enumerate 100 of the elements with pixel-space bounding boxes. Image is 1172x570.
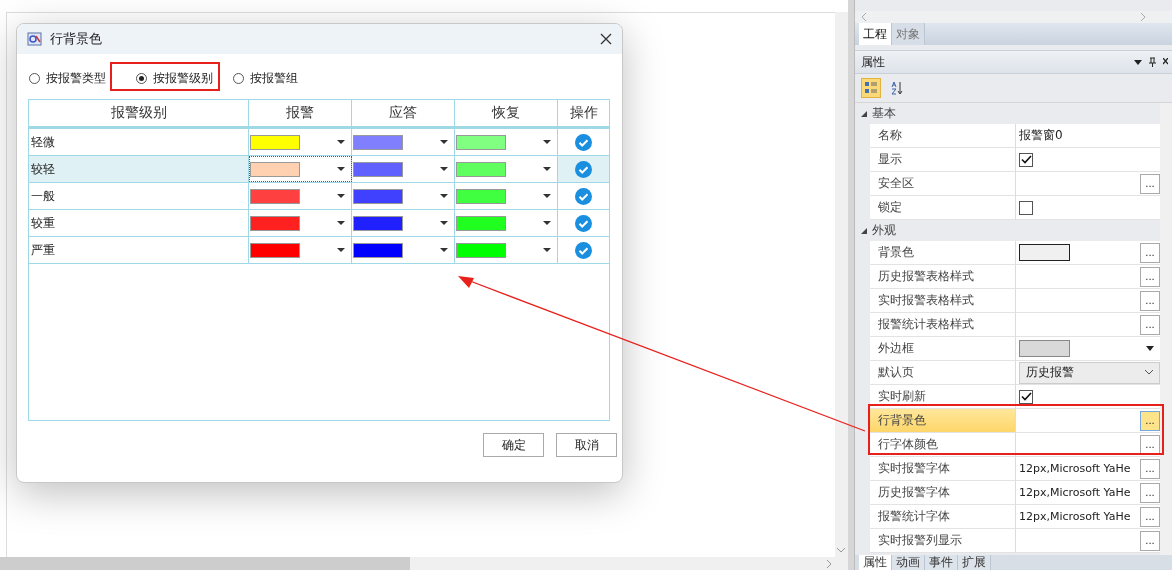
column-header: 报警 (249, 100, 352, 126)
ellipsis-button[interactable]: ... (1140, 266, 1160, 287)
color-picker[interactable] (249, 129, 352, 155)
radio-option[interactable]: 按报警类型 (29, 70, 106, 87)
caret-icon (440, 194, 448, 198)
chevron-right-icon[interactable] (827, 559, 832, 568)
property-name[interactable]: 行字体颜色 (870, 433, 1016, 457)
group-title: 基本 (872, 105, 896, 122)
dialog-button[interactable]: 取消 (556, 433, 617, 457)
color-picker[interactable] (249, 210, 352, 236)
dialog-button[interactable]: 确定 (483, 433, 544, 457)
color-picker[interactable] (352, 129, 455, 155)
property-value: 12px,Microsoft YaHe (1019, 462, 1132, 475)
panel-tab[interactable]: 对象 (892, 23, 925, 45)
ellipsis-button[interactable]: ... (1140, 506, 1160, 527)
panel-tab[interactable]: 工程 (859, 23, 892, 45)
ellipsis-button[interactable]: ... (1140, 410, 1160, 431)
close-icon[interactable] (1163, 58, 1168, 66)
caret-icon (440, 248, 448, 252)
checkbox[interactable] (1019, 152, 1033, 167)
ellipsis-button[interactable]: ... (1140, 458, 1160, 479)
color-picker[interactable] (455, 129, 558, 155)
close-icon[interactable] (600, 33, 612, 45)
checkbox[interactable] (1019, 200, 1033, 215)
caret-icon (440, 221, 448, 225)
radio-option[interactable]: 按报警组 (233, 70, 298, 87)
property-name[interactable]: 报警统计字体 (870, 505, 1016, 529)
check-circle-icon[interactable] (575, 187, 592, 205)
color-picker[interactable] (249, 237, 352, 263)
color-picker[interactable] (249, 183, 352, 209)
chevron-down-icon (1145, 370, 1153, 375)
check-circle-icon[interactable] (575, 133, 592, 151)
check-circle-icon[interactable] (575, 214, 592, 232)
category-list-icon (864, 81, 878, 95)
ellipsis-button[interactable]: ... (1140, 482, 1160, 503)
color-picker[interactable] (455, 237, 558, 263)
panel-tab[interactable]: 扩展 (958, 555, 991, 570)
property-name[interactable]: 显示 (870, 148, 1016, 172)
property-name[interactable]: 实时刷新 (870, 385, 1016, 409)
ellipsis-button[interactable]: ... (1140, 242, 1160, 263)
property-name[interactable]: 历史报警字体 (870, 481, 1016, 505)
vertical-scrollbar[interactable] (835, 12, 848, 557)
horizontal-scrollbar[interactable] (855, 11, 1172, 23)
caret-icon[interactable] (1146, 346, 1154, 351)
color-picker[interactable] (352, 156, 455, 182)
color-picker[interactable] (352, 183, 455, 209)
column-header: 恢复 (455, 100, 558, 126)
checkbox[interactable] (1019, 389, 1033, 404)
property-name[interactable]: 背景色 (870, 241, 1016, 265)
ellipsis-button[interactable]: ... (1140, 314, 1160, 335)
check-circle-icon[interactable] (575, 241, 592, 259)
property-name[interactable]: 行背景色 (870, 409, 1016, 433)
chevron-left-icon[interactable] (861, 13, 866, 21)
property-name[interactable]: 报警统计表格样式 (870, 313, 1016, 337)
sort-icon (890, 81, 904, 95)
panel-tab[interactable]: 事件 (925, 555, 958, 570)
caret-icon (337, 221, 345, 225)
horizontal-scrollbar[interactable] (0, 557, 848, 570)
property-name[interactable]: 实时报警列显示 (870, 529, 1016, 553)
property-name[interactable]: 历史报警表格样式 (870, 265, 1016, 289)
color-picker[interactable] (352, 210, 455, 236)
expand-triangle-icon[interactable] (861, 110, 867, 117)
radio-option[interactable]: 按报警级别 (136, 70, 213, 87)
caret-icon (337, 194, 345, 198)
chevron-right-icon[interactable] (1141, 13, 1146, 21)
chevron-down-icon[interactable] (837, 548, 845, 553)
color-picker[interactable] (455, 183, 558, 209)
property-name[interactable]: 外边框 (870, 337, 1016, 361)
ellipsis-button[interactable]: ... (1140, 434, 1160, 455)
column-header: 应答 (352, 100, 455, 126)
color-picker[interactable] (352, 237, 455, 263)
caret-icon (543, 221, 551, 225)
ellipsis-button[interactable]: ... (1140, 530, 1160, 551)
view-toggle-button[interactable] (861, 78, 881, 98)
property-name[interactable]: 名称 (870, 124, 1016, 148)
property-value: 12px,Microsoft YaHe (1019, 510, 1132, 523)
pin-icon[interactable] (1148, 57, 1157, 67)
ellipsis-button[interactable]: ... (1140, 173, 1160, 194)
color-picker[interactable] (455, 156, 558, 182)
property-name[interactable]: 实时报警字体 (870, 457, 1016, 481)
vertical-scrollbar[interactable] (1160, 103, 1172, 555)
caret-icon (337, 167, 345, 171)
dropdown-field[interactable]: 历史报警 (1019, 361, 1160, 384)
property-name[interactable]: 默认页 (870, 361, 1016, 385)
scrollbar-thumb[interactable] (0, 557, 410, 570)
app-icon (27, 31, 43, 47)
ellipsis-button[interactable]: ... (1140, 290, 1160, 311)
panel-tab[interactable]: 动画 (892, 555, 925, 570)
column-header: 操作 (568, 103, 599, 122)
color-picker[interactable] (249, 156, 352, 182)
caret-icon (337, 140, 345, 144)
check-circle-icon[interactable] (575, 160, 592, 178)
color-picker[interactable] (455, 210, 558, 236)
caret-icon (543, 167, 551, 171)
panel-tab[interactable]: 属性 (859, 555, 892, 570)
property-name[interactable]: 锁定 (870, 196, 1016, 220)
dropdown-icon[interactable] (1134, 59, 1142, 65)
expand-triangle-icon[interactable] (861, 227, 867, 234)
property-name[interactable]: 安全区 (870, 172, 1016, 196)
property-name[interactable]: 实时报警表格样式 (870, 289, 1016, 313)
